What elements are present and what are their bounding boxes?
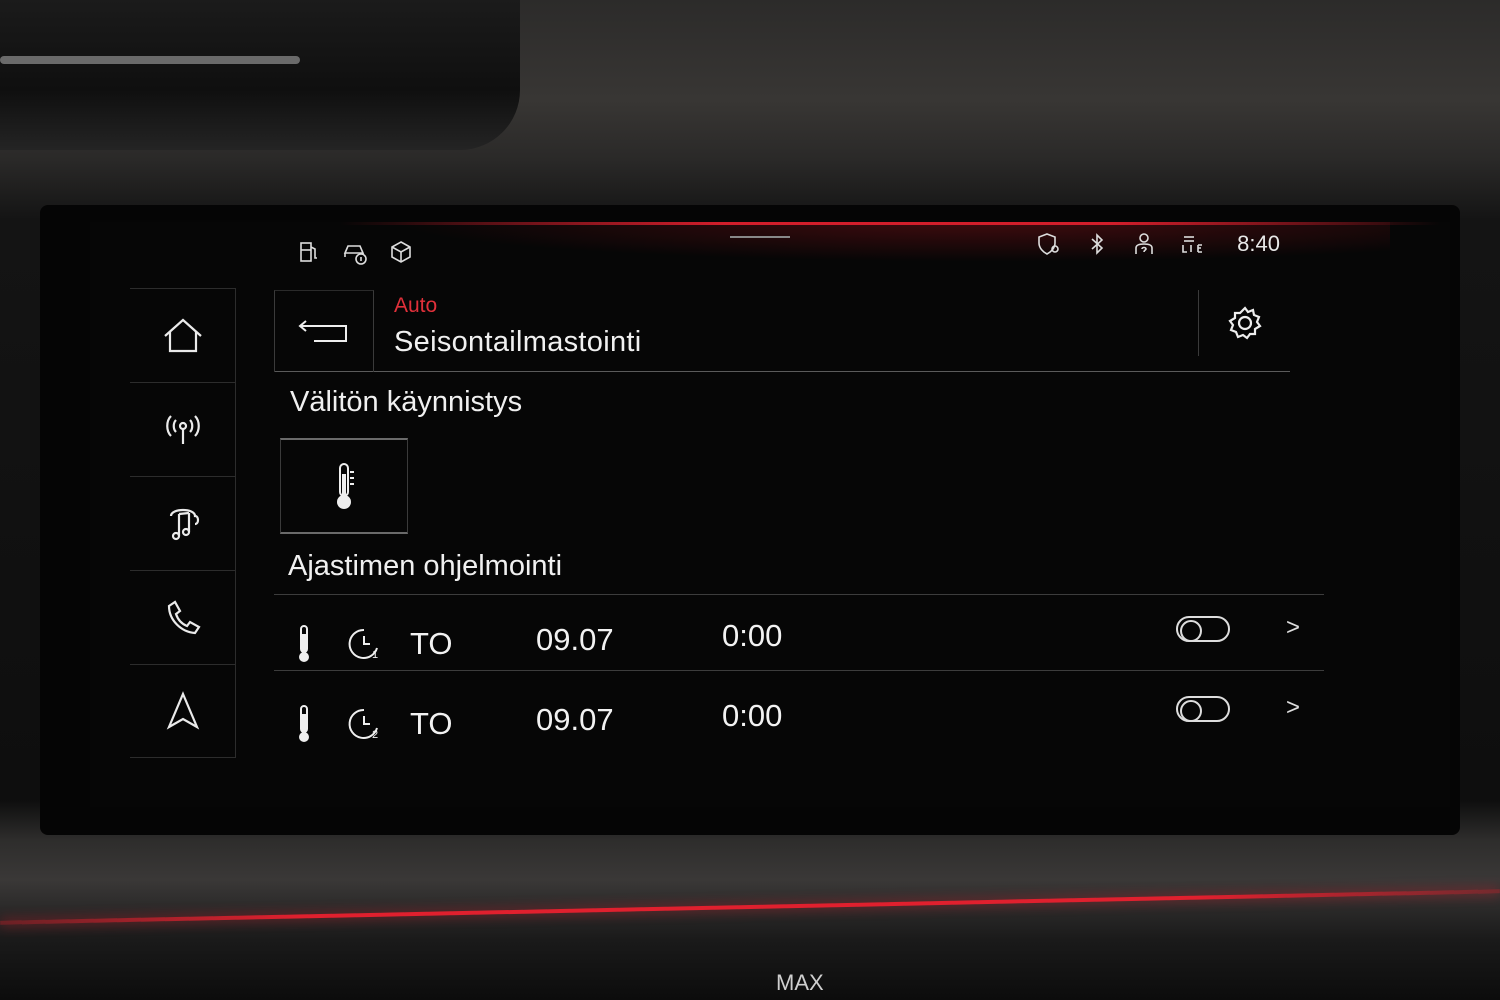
section-title-timers: Ajastimen ohjelmointi (288, 550, 563, 582)
bluetooth-icon[interactable] (1083, 230, 1111, 258)
status-bar-left (295, 238, 415, 266)
timer-time: 0:00 (722, 618, 783, 653)
air-vent (0, 0, 520, 150)
radio-icon (165, 414, 200, 444)
back-arrow-icon (298, 319, 347, 342)
timer-row[interactable]: 2 TO 09.07 0:00 > (280, 682, 1330, 762)
back-button[interactable] (274, 290, 374, 372)
timer-2-icon: 2 (348, 708, 378, 741)
pull-down-handle[interactable] (730, 236, 790, 238)
timer-number: 2 (372, 729, 378, 741)
chevron-right-icon[interactable]: > (1286, 694, 1300, 722)
timer-time: 0:00 (722, 698, 783, 733)
package-icon[interactable] (387, 238, 415, 266)
thermometer-icon (299, 705, 309, 742)
section-title-instant: Välitön käynnistys (290, 386, 523, 418)
divider (274, 594, 1324, 595)
navigation-icon (166, 691, 199, 730)
timer-date: 09.07 (536, 702, 614, 737)
timer-day: TO (410, 626, 453, 661)
climate-max-label: MAX (776, 970, 824, 995)
timer-toggle[interactable] (1176, 616, 1230, 642)
home-icon (163, 318, 202, 352)
user-help-icon[interactable] (1131, 230, 1159, 258)
chevron-right-icon[interactable]: > (1286, 614, 1300, 642)
nav-media[interactable] (130, 476, 236, 570)
thermometer-icon (299, 625, 309, 662)
timer-number: 1 (372, 649, 378, 661)
main-nav (130, 288, 236, 758)
nav-home[interactable] (130, 288, 236, 382)
clock: 8:40 (1237, 231, 1280, 256)
nav-radio[interactable] (130, 382, 236, 476)
lte-signal-icon (1179, 230, 1207, 258)
timer-date: 09.07 (536, 622, 614, 657)
gear-icon (1227, 306, 1262, 340)
top-accent-line (340, 222, 1440, 225)
timer-day: TO (410, 706, 453, 741)
car-info-icon[interactable] (341, 238, 369, 266)
infotainment-screen: 8:40 Auto Seisontailmastointi Välitön kä… (90, 222, 1450, 807)
settings-button[interactable] (1198, 290, 1290, 356)
page-header: Auto Seisontailmastointi (274, 290, 1290, 372)
page-title: Seisontailmastointi (394, 326, 642, 358)
instant-start-button[interactable] (280, 438, 408, 534)
breadcrumb[interactable]: Auto (394, 294, 437, 318)
music-icon (169, 508, 199, 540)
status-bar-right: 8:40 (1035, 230, 1280, 258)
nav-phone[interactable] (130, 570, 236, 664)
location-shield-icon[interactable] (1035, 230, 1063, 258)
timer-toggle[interactable] (1176, 696, 1230, 722)
nav-navigation[interactable] (130, 664, 236, 758)
fuel-icon[interactable] (295, 238, 323, 266)
phone-icon (167, 599, 201, 634)
vent-slat (0, 56, 300, 64)
ambient-light-strip (0, 889, 1500, 925)
thermometer-icon (337, 463, 354, 509)
timer-1-icon: 1 (348, 628, 378, 661)
divider (274, 670, 1324, 671)
